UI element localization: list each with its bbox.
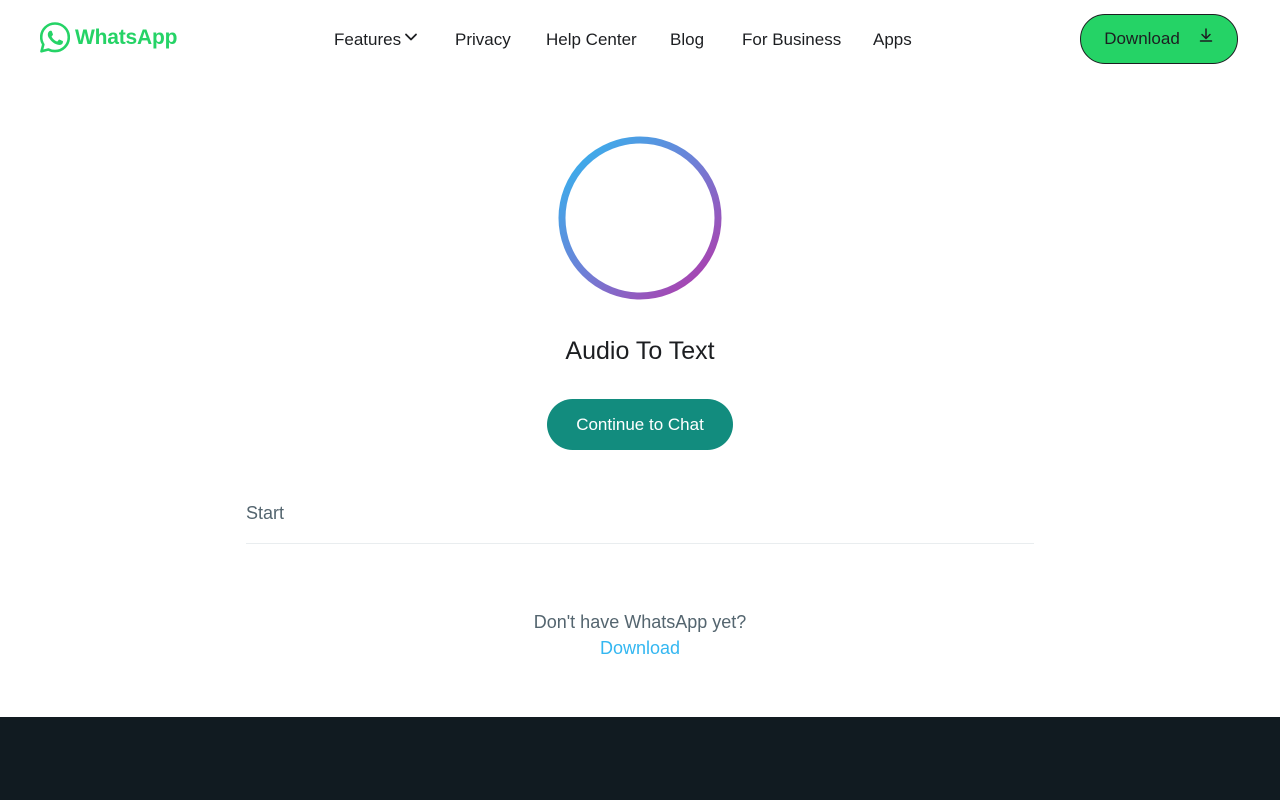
nav-item-label: Help Center [546,30,637,49]
nav-item-apps[interactable]: Apps [873,28,912,52]
audio-waveform-icon [556,134,724,302]
page: WhatsApp Features Privacy Help Center Bl… [0,0,1280,800]
page-title: Audio To Text [565,337,715,365]
no-whatsapp-link-wrapper: Download [0,635,1280,661]
nav-item-label: For Business [742,30,842,49]
no-whatsapp-text: Don't have WhatsApp yet? [533,612,747,632]
nav-item-label: Privacy [455,30,511,49]
site-footer [0,717,1280,800]
continue-to-chat-button[interactable]: Continue to Chat [547,399,733,450]
download-link[interactable]: Download [600,638,680,658]
download-arrow-icon [1198,27,1214,48]
download-button-label: Download [1104,29,1180,48]
nav-item-blog[interactable]: Blog [670,28,704,52]
header-download-button[interactable]: Download [1080,14,1238,64]
chevron-down-icon [403,28,419,52]
nav-item-features[interactable]: Features [334,28,419,52]
start-row: Start [246,496,1034,544]
nav-item-label: Blog [670,30,705,49]
nav-item-label: Apps [873,30,912,49]
nav-item-label: Features [334,30,402,49]
nav-item-privacy[interactable]: Privacy [455,28,511,52]
site-header: WhatsApp Features Privacy Help Center Bl… [0,0,1280,80]
nav-item-help-center[interactable]: Help Center [546,28,637,52]
start-link[interactable]: Start [246,501,284,525]
nav-item-for-business[interactable]: For Business [742,28,841,52]
